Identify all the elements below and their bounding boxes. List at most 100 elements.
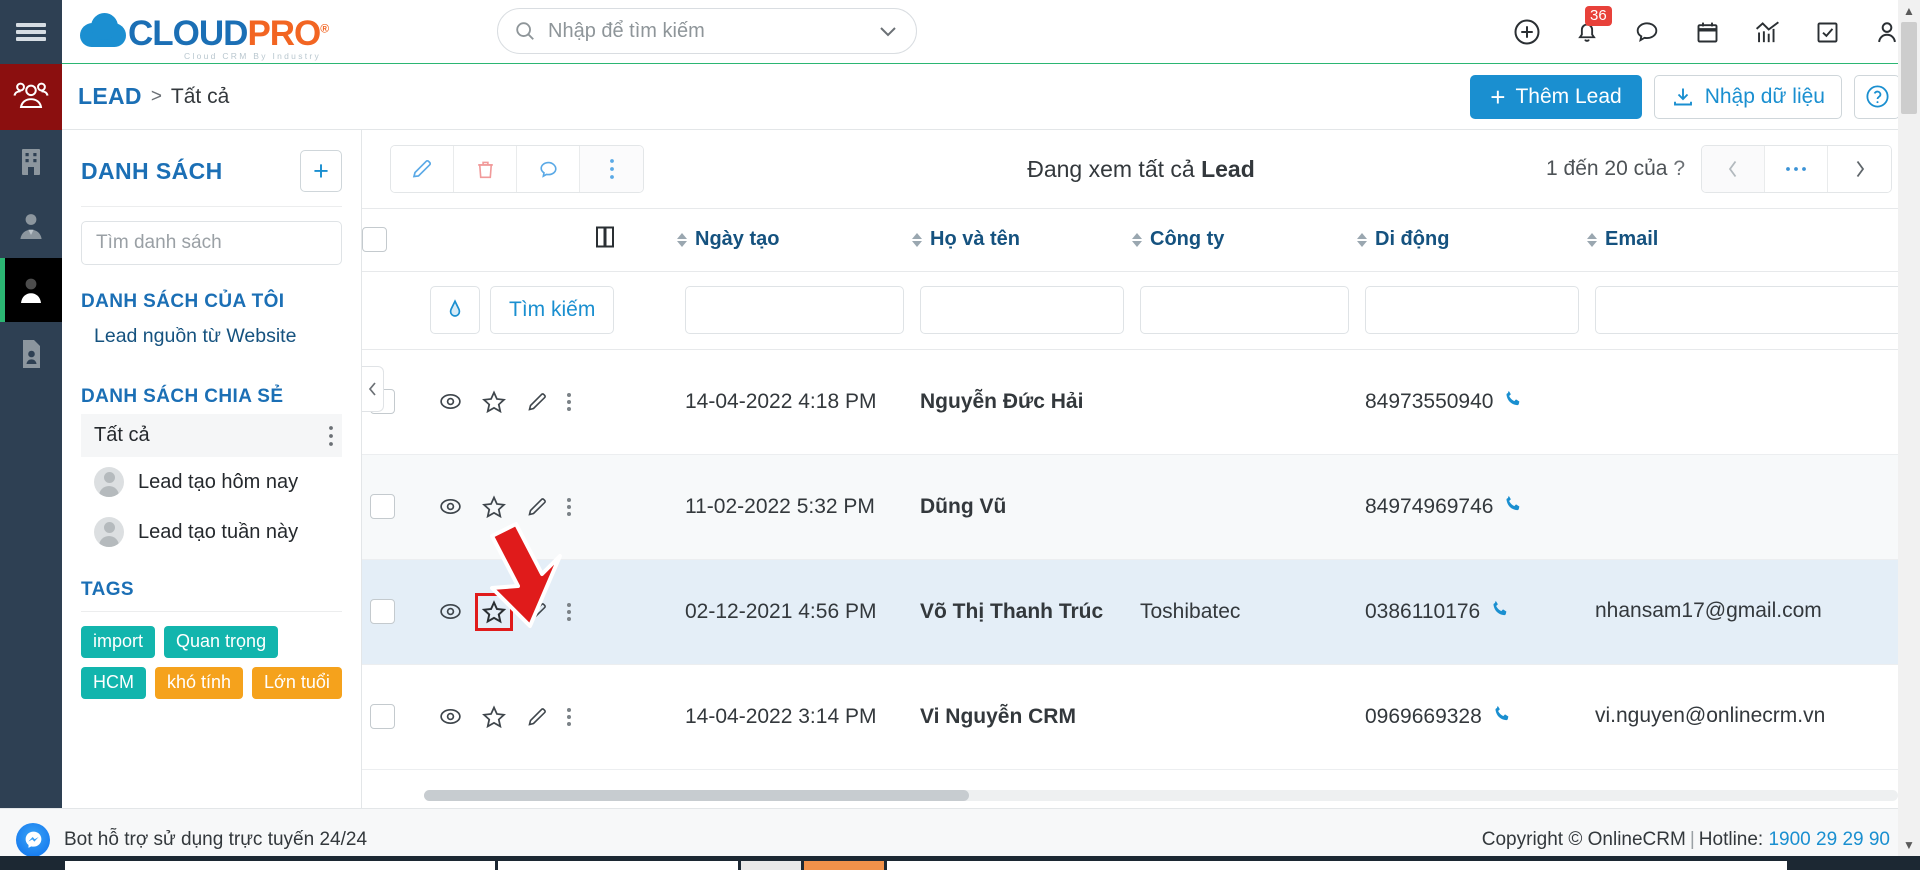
list-item-my-0[interactable]: Lead nguồn từ Website <box>81 313 342 360</box>
cell-email[interactable] <box>1587 349 1920 455</box>
clear-filters-button[interactable] <box>430 286 480 334</box>
hamburger-icon[interactable] <box>0 0 62 64</box>
edit-icon[interactable] <box>525 495 549 519</box>
table-row[interactable]: 14-04-2022 3:14 PM Vi Nguyễn CRM 0969669… <box>362 664 1920 770</box>
row-menu-icon[interactable] <box>567 602 571 621</box>
panel-collapse-button[interactable] <box>362 366 384 412</box>
row-menu-icon[interactable] <box>567 497 571 516</box>
filter-created-input[interactable] <box>685 286 904 334</box>
cloudpro-logo[interactable]: CLOUDPRO® Cloud CRM By Industry <box>80 12 329 60</box>
records-table-container[interactable]: Ngày tạo Họ và tên Công ty Di động Email… <box>362 208 1920 808</box>
cell-name[interactable]: Vi Nguyễn CRM <box>912 664 1132 770</box>
sort-icon[interactable] <box>1132 232 1142 247</box>
window-scrollbar[interactable]: ▲ ▼ <box>1898 0 1920 870</box>
task-check-icon[interactable] <box>1812 17 1842 47</box>
global-search[interactable] <box>497 8 917 54</box>
cell-name[interactable]: Dũng Vũ <box>912 454 1132 560</box>
edit-icon[interactable] <box>525 705 549 729</box>
pagination-more-button[interactable] <box>1765 146 1828 192</box>
row-select-cell[interactable] <box>362 559 422 665</box>
header-email[interactable]: Email <box>1587 209 1920 272</box>
header-created-date[interactable]: Ngày tạo <box>677 209 912 272</box>
row-checkbox[interactable] <box>370 599 395 624</box>
window-scrollbar-thumb[interactable] <box>1901 22 1917 114</box>
bell-icon[interactable]: 36 <box>1572 6 1612 47</box>
list-item-shared-1[interactable]: Lead tạo tuần này <box>81 507 342 557</box>
sidebar-item-company[interactable] <box>0 130 62 194</box>
hotline-number[interactable]: 1900 29 29 90 <box>1768 829 1890 850</box>
view-icon[interactable] <box>438 704 463 729</box>
view-icon[interactable] <box>438 389 463 414</box>
pagination-next-button[interactable] <box>1828 146 1891 192</box>
list-item-menu-icon[interactable] <box>328 425 334 447</box>
star-icon[interactable] <box>475 592 513 631</box>
cell-email[interactable]: nhansam17@gmail.com <box>1587 559 1920 665</box>
header-column-layout[interactable] <box>592 209 677 272</box>
table-horizontal-scrollbar[interactable] <box>424 790 1898 801</box>
add-list-button[interactable]: + <box>300 150 342 192</box>
cell-name[interactable]: Võ Thị Thanh Trúc <box>912 559 1132 665</box>
row-select-cell[interactable] <box>362 664 422 770</box>
filter-company-input[interactable] <box>1140 286 1349 334</box>
header-select-all[interactable] <box>362 209 422 272</box>
messenger-icon[interactable] <box>16 822 50 857</box>
search-input[interactable] <box>548 19 876 43</box>
phone-call-icon[interactable] <box>1492 703 1513 730</box>
table-row[interactable]: 11-02-2022 5:32 PM Dũng Vũ 84974969746 <box>362 454 1920 560</box>
comment-button[interactable] <box>517 146 580 192</box>
scrollbar-thumb[interactable] <box>424 790 969 801</box>
sidebar-item-document[interactable] <box>0 322 62 386</box>
sidebar-item-contact-person[interactable] <box>0 194 62 258</box>
calendar-icon[interactable] <box>1692 17 1722 47</box>
tag-import[interactable]: import <box>81 626 156 658</box>
search-records-button[interactable]: Tìm kiếm <box>490 286 615 334</box>
chat-bubble-icon[interactable] <box>1632 17 1662 47</box>
sort-icon[interactable] <box>1587 232 1597 247</box>
table-row[interactable]: 02-12-2021 4:56 PM Võ Thị Thanh Trúc Tos… <box>362 559 1920 665</box>
header-company[interactable]: Công ty <box>1132 209 1357 272</box>
sort-icon[interactable] <box>1357 232 1367 247</box>
cell-email[interactable] <box>1587 454 1920 560</box>
edit-icon[interactable] <box>525 600 549 624</box>
star-icon[interactable] <box>481 389 507 415</box>
sort-icon[interactable] <box>912 232 922 247</box>
add-lead-button[interactable]: + Thêm Lead <box>1470 74 1642 119</box>
edit-button[interactable] <box>391 146 454 192</box>
add-circle-icon[interactable] <box>1512 17 1542 47</box>
cell-name[interactable]: Nguyễn Đức Hải <box>912 349 1132 455</box>
breadcrumb-root[interactable]: LEAD <box>78 83 142 110</box>
row-checkbox[interactable] <box>370 494 395 519</box>
phone-call-icon[interactable] <box>1490 598 1511 625</box>
table-row[interactable]: 14-04-2022 4:18 PM Nguyễn Đức Hải 849735… <box>362 349 1920 455</box>
row-menu-icon[interactable] <box>567 392 571 411</box>
header-full-name[interactable]: Họ và tên <box>912 209 1132 272</box>
scroll-up-arrow[interactable]: ▲ <box>1898 0 1920 22</box>
star-icon[interactable] <box>481 494 507 520</box>
filter-mobile-input[interactable] <box>1365 286 1579 334</box>
filter-name-input[interactable] <box>920 286 1124 334</box>
column-layout-icon[interactable] <box>592 226 618 253</box>
cell-email[interactable]: vi.nguyen@onlinecrm.vn <box>1587 664 1920 770</box>
support-bot[interactable]: Bot hỗ trợ sử dụng trực tuyến 24/24 <box>16 822 367 857</box>
view-icon[interactable] <box>438 599 463 624</box>
chevron-down-icon[interactable] <box>876 19 900 43</box>
phone-call-icon[interactable] <box>1503 493 1524 520</box>
pagination-prev-button[interactable] <box>1702 146 1765 192</box>
row-select-cell[interactable] <box>362 454 422 560</box>
tag-hcm[interactable]: HCM <box>81 667 146 699</box>
header-mobile[interactable]: Di động <box>1357 209 1587 272</box>
filter-email-input[interactable] <box>1595 286 1920 334</box>
import-data-button[interactable]: Nhập dữ liệu <box>1653 74 1842 119</box>
list-search-input[interactable] <box>81 221 342 265</box>
row-menu-icon[interactable] <box>567 707 571 726</box>
star-icon[interactable] <box>481 704 507 730</box>
row-checkbox[interactable] <box>370 704 395 729</box>
list-item-shared-0[interactable]: Lead tạo hôm nay <box>81 457 342 507</box>
edit-icon[interactable] <box>525 390 549 414</box>
tag-kho-tinh[interactable]: khó tính <box>155 667 244 699</box>
delete-button[interactable] <box>454 146 517 192</box>
list-item-shared-all[interactable]: Tất cả <box>81 414 342 457</box>
more-actions-button[interactable] <box>580 146 643 192</box>
tag-quan-trong[interactable]: Quan trọng <box>164 626 279 658</box>
view-icon[interactable] <box>438 494 463 519</box>
